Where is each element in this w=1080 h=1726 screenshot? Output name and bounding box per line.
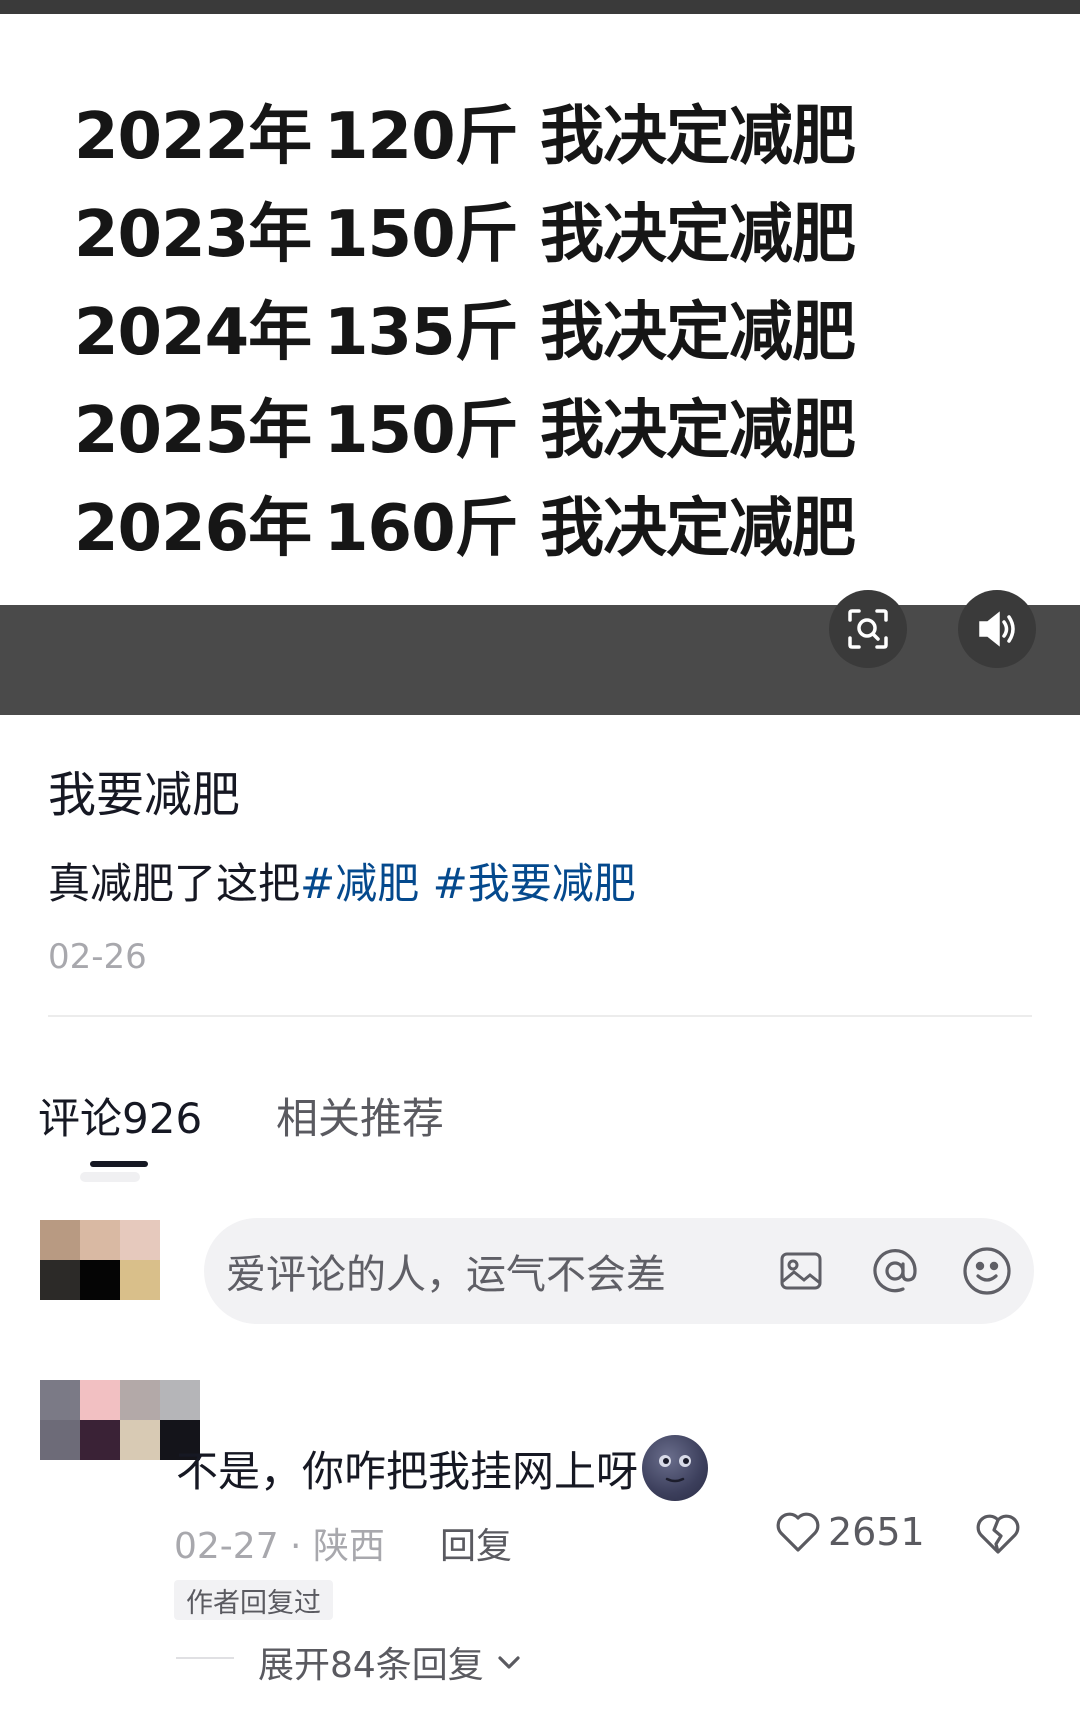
top-bar — [0, 0, 1080, 14]
year-label: 2022年 — [74, 100, 312, 174]
avatar[interactable] — [40, 1220, 160, 1300]
phrase-label: 我决定减肥 — [540, 492, 856, 566]
comment-body: 不是，你咋把我挂网上呀 — [176, 1446, 639, 1496]
year-label: 2026年 — [74, 492, 312, 566]
reply-button[interactable]: 回复 — [440, 1517, 512, 1569]
image-icon[interactable] — [774, 1244, 828, 1298]
post-desc-text: 真减肥了这把 — [48, 859, 301, 908]
year-label: 2025年 — [74, 394, 312, 468]
at-icon[interactable] — [868, 1244, 922, 1298]
tab-comments[interactable]: 评论926 — [38, 1085, 202, 1146]
comment-date-location: 02-27 · 陕西 — [174, 1526, 385, 1567]
emoji-icon[interactable] — [960, 1244, 1014, 1298]
video-control-bar — [0, 590, 1080, 715]
weight-label: 160斤 — [324, 492, 519, 566]
comment-text: 不是，你咋把我挂网上呀 — [176, 1435, 709, 1501]
phrase-label: 我决定减肥 — [540, 198, 856, 272]
phrase-label: 我决定减肥 — [540, 296, 856, 370]
like-button[interactable]: 2651 — [774, 1510, 925, 1554]
scan-search-icon — [848, 609, 888, 649]
post-title: 我要减肥 — [48, 767, 241, 823]
expand-line — [176, 1657, 234, 1659]
year-label: 2023年 — [74, 198, 312, 272]
expand-replies-button[interactable]: 展开84条回复 — [258, 1636, 526, 1688]
video-row: 2022年 120斤 我决定减肥 — [74, 82, 856, 180]
video-row: 2023年 150斤 我决定减肥 — [74, 180, 856, 278]
phrase-label: 我决定减肥 — [540, 394, 856, 468]
tab-indicator-shadow — [80, 1172, 140, 1182]
post-date: 02-26 — [48, 937, 147, 977]
video-row: 2026年 160斤 我决定减肥 — [74, 474, 856, 572]
video-row: 2025年 150斤 我决定减肥 — [74, 376, 856, 474]
weight-label: 150斤 — [324, 198, 519, 272]
dislike-button[interactable] — [974, 1512, 1022, 1560]
chevron-down-icon — [498, 1656, 520, 1669]
year-label: 2024年 — [74, 296, 312, 370]
weight-label: 120斤 — [324, 100, 519, 174]
author-replied-badge: 作者回复过 — [174, 1580, 333, 1620]
tab-related[interactable]: 相关推荐 — [276, 1085, 444, 1146]
video-row: 2024年 135斤 我决定减肥 — [74, 278, 856, 376]
phrase-label: 我决定减肥 — [540, 100, 856, 174]
like-count: 2651 — [828, 1510, 925, 1554]
volume-icon — [979, 611, 1015, 647]
comment-input-placeholder: 爱评论的人，运气不会差 — [226, 1252, 666, 1298]
tab-active-indicator — [90, 1161, 148, 1167]
video-frame[interactable]: 2022年 120斤 我决定减肥 2023年 150斤 我决定减肥 2024年 … — [0, 14, 1080, 606]
volume-button[interactable] — [958, 590, 1036, 668]
divider — [48, 1015, 1032, 1017]
heart-icon — [776, 1512, 820, 1552]
expand-replies-label: 展开84条回复 — [258, 1645, 484, 1686]
scan-search-button[interactable] — [829, 590, 907, 668]
post-description: 真减肥了这把#减肥 #我要减肥 — [48, 850, 636, 911]
moon-face-emoji — [642, 1435, 709, 1501]
hashtag-link[interactable]: #我要减肥 — [433, 859, 636, 908]
comment-input[interactable]: 爱评论的人，运气不会差 — [204, 1218, 1034, 1324]
hashtag-link[interactable]: #减肥 — [300, 859, 419, 908]
broken-heart-icon — [976, 1514, 1020, 1554]
weight-label: 150斤 — [324, 394, 519, 468]
weight-label: 135斤 — [324, 296, 519, 370]
